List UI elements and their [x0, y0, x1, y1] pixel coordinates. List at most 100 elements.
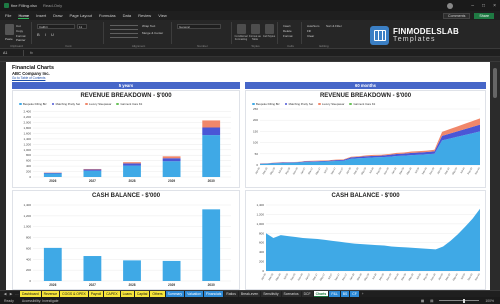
avatar[interactable] — [447, 2, 454, 9]
y-tick-label: 1,200 — [256, 212, 264, 216]
status-bar: Ready Accessibility: Investigate ▦ ▤ 100… — [0, 297, 500, 304]
x-tick-label: Jan-27 — [305, 272, 312, 280]
bar-segment — [43, 172, 62, 174]
menu-home[interactable]: Home — [18, 13, 30, 19]
accessibility-status[interactable]: Accessibility: Investigate — [22, 299, 59, 303]
toc-link[interactable]: Go to Table of Contents — [12, 76, 45, 80]
calendar-logo-icon — [370, 25, 389, 45]
bar — [83, 256, 102, 281]
bar-segment — [123, 163, 141, 166]
excel-window: fine Filling.xlsx Read-Only – □ × File H… — [0, 0, 500, 304]
normal-view-icon[interactable]: ▦ — [421, 299, 424, 303]
revenue-5y-plot: 02004006008001,0001,2001,4001,6001,8002,… — [23, 110, 231, 183]
x-tick-label: Jul-30 — [460, 166, 466, 174]
x-tick-label: Nov-27 — [338, 166, 345, 175]
bar-segment — [162, 156, 181, 159]
insert-cells-button[interactable]: Insert — [283, 24, 291, 28]
y-tick-label: 400 — [259, 250, 264, 254]
chart-revenue-5y[interactable]: REVENUE BREAKDOWN - $'000 Bespoke Fillin… — [12, 90, 240, 188]
clear-button[interactable]: Clear — [307, 34, 314, 38]
x-tick-label: Jul-26 — [283, 272, 289, 280]
alignment-group: Wrap Text Merge & Center Alignment — [106, 22, 172, 48]
autosum-button[interactable]: AutoSum — [307, 24, 319, 28]
menu-view[interactable]: View — [158, 13, 167, 18]
bar — [43, 247, 62, 281]
zoom-slider[interactable] — [439, 298, 480, 303]
format-cells-button[interactable]: Format — [283, 34, 293, 38]
add-sheet-icon[interactable]: + — [360, 292, 366, 296]
bar-segment — [202, 127, 221, 136]
zoom-level[interactable]: 100% — [485, 299, 494, 303]
bar-segment — [202, 135, 221, 177]
menu-review[interactable]: Review — [138, 13, 151, 18]
sheet-tab-bar: ◀ ▶ … Dashboard Revenue COGS & OPEX Payroll… — [0, 290, 500, 297]
chart-cash-60m[interactable]: CASH BALANCE - $'000 0 200 400 600 800 1,000 1… — [245, 190, 486, 290]
x-tick-label: Mar-29 — [401, 272, 408, 281]
delete-cells-button[interactable]: Delete — [283, 29, 292, 33]
scroll-thumb[interactable] — [493, 68, 497, 98]
y-tick-label: 1,000 — [23, 148, 31, 152]
paste-icon[interactable] — [5, 24, 14, 35]
excel-icon — [4, 3, 9, 8]
format-table-icon[interactable] — [251, 24, 260, 34]
x-tick-label: 2027 — [89, 179, 96, 183]
x-tick-label: Sep-29 — [421, 166, 428, 175]
worksheet[interactable]: Financial Charts ABC Company Inc. Go to … — [6, 62, 490, 290]
menu-formulas[interactable]: Formulas — [99, 13, 116, 18]
name-box[interactable]: A1 — [0, 50, 24, 56]
x-tick-label: Sep-26 — [290, 272, 297, 281]
vertical-scrollbar[interactable] — [490, 62, 500, 290]
conditional-formatting-icon[interactable] — [237, 24, 246, 34]
copy-button[interactable]: Copy — [16, 29, 23, 33]
read-only-label: Read-Only — [43, 3, 63, 8]
format-painter-button[interactable]: Format Painter — [16, 34, 31, 42]
align-icons[interactable] — [110, 25, 138, 39]
menu-page-layout[interactable]: Page Layout — [69, 13, 91, 18]
comments-button[interactable]: Comments — [443, 12, 471, 19]
x-tick-label: Sep-29 — [423, 272, 430, 281]
chart-revenue-60m[interactable]: REVENUE BREAKDOWN - $'000 Bespoke Fillin… — [245, 90, 486, 188]
x-tick-label: Jan-28 — [349, 272, 356, 280]
chart-cash-5y[interactable]: CASH BALANCE - $'000 0 200 400 600 800 1,000 1… — [12, 190, 240, 290]
bar-segment — [83, 168, 102, 170]
cut-button[interactable]: Cut — [16, 24, 21, 28]
fx-icon[interactable]: fx — [30, 51, 33, 55]
menu-insert[interactable]: Insert — [36, 13, 46, 18]
fill-button[interactable]: Fill — [307, 29, 311, 33]
page-layout-view-icon[interactable]: ▤ — [430, 299, 433, 303]
menu-file[interactable]: File — [5, 13, 11, 18]
sort-filter-button[interactable]: Sort & Filter — [326, 24, 342, 28]
number-format-select[interactable]: General — [177, 24, 221, 29]
bold-italic-underline-buttons[interactable]: B I U — [37, 32, 56, 37]
x-tick-label: Nov-28 — [386, 272, 393, 281]
x-tick-label: May-29 — [408, 272, 415, 281]
banner-5-years: 5 years — [12, 82, 240, 89]
x-tick-label: Jul-29 — [416, 272, 422, 280]
x-tick-label: May-26 — [269, 166, 276, 175]
wrap-text-button[interactable]: Wrap Text — [142, 24, 155, 28]
paste-label[interactable]: Paste — [5, 37, 13, 41]
close-icon[interactable]: × — [493, 3, 496, 9]
x-tick-label: May-30 — [452, 272, 459, 281]
y-tick-label: 600 — [26, 246, 31, 250]
y-tick-label: 1,400 — [256, 203, 264, 207]
font-size-select[interactable]: 11 — [77, 24, 87, 29]
font-name-select[interactable]: Calibri — [37, 24, 75, 29]
menu-draw[interactable]: Draw — [53, 13, 62, 18]
x-tick-label: May-27 — [315, 166, 322, 175]
y-tick-label: 600 — [259, 241, 264, 245]
x-tick-label: 2026 — [49, 283, 56, 287]
maximize-icon[interactable]: □ — [482, 3, 485, 9]
cell-styles-icon[interactable] — [265, 24, 274, 34]
x-tick-label: May-26 — [275, 272, 282, 281]
clipboard-group: Cut Copy Format Painter Paste Clipboard — [2, 22, 32, 48]
menu-data[interactable]: Data — [123, 13, 131, 18]
y-tick-label: 200 — [26, 170, 31, 174]
merge-center-button[interactable]: Merge & Center — [142, 31, 163, 35]
y-tick-label: 1,400 — [23, 137, 31, 141]
share-button[interactable]: Share — [474, 12, 494, 19]
y-tick-label: 250 — [253, 107, 258, 111]
logo-line-2: Templates — [393, 36, 436, 43]
x-tick-label: 2027 — [89, 283, 96, 287]
minimize-icon[interactable]: – — [471, 3, 474, 9]
